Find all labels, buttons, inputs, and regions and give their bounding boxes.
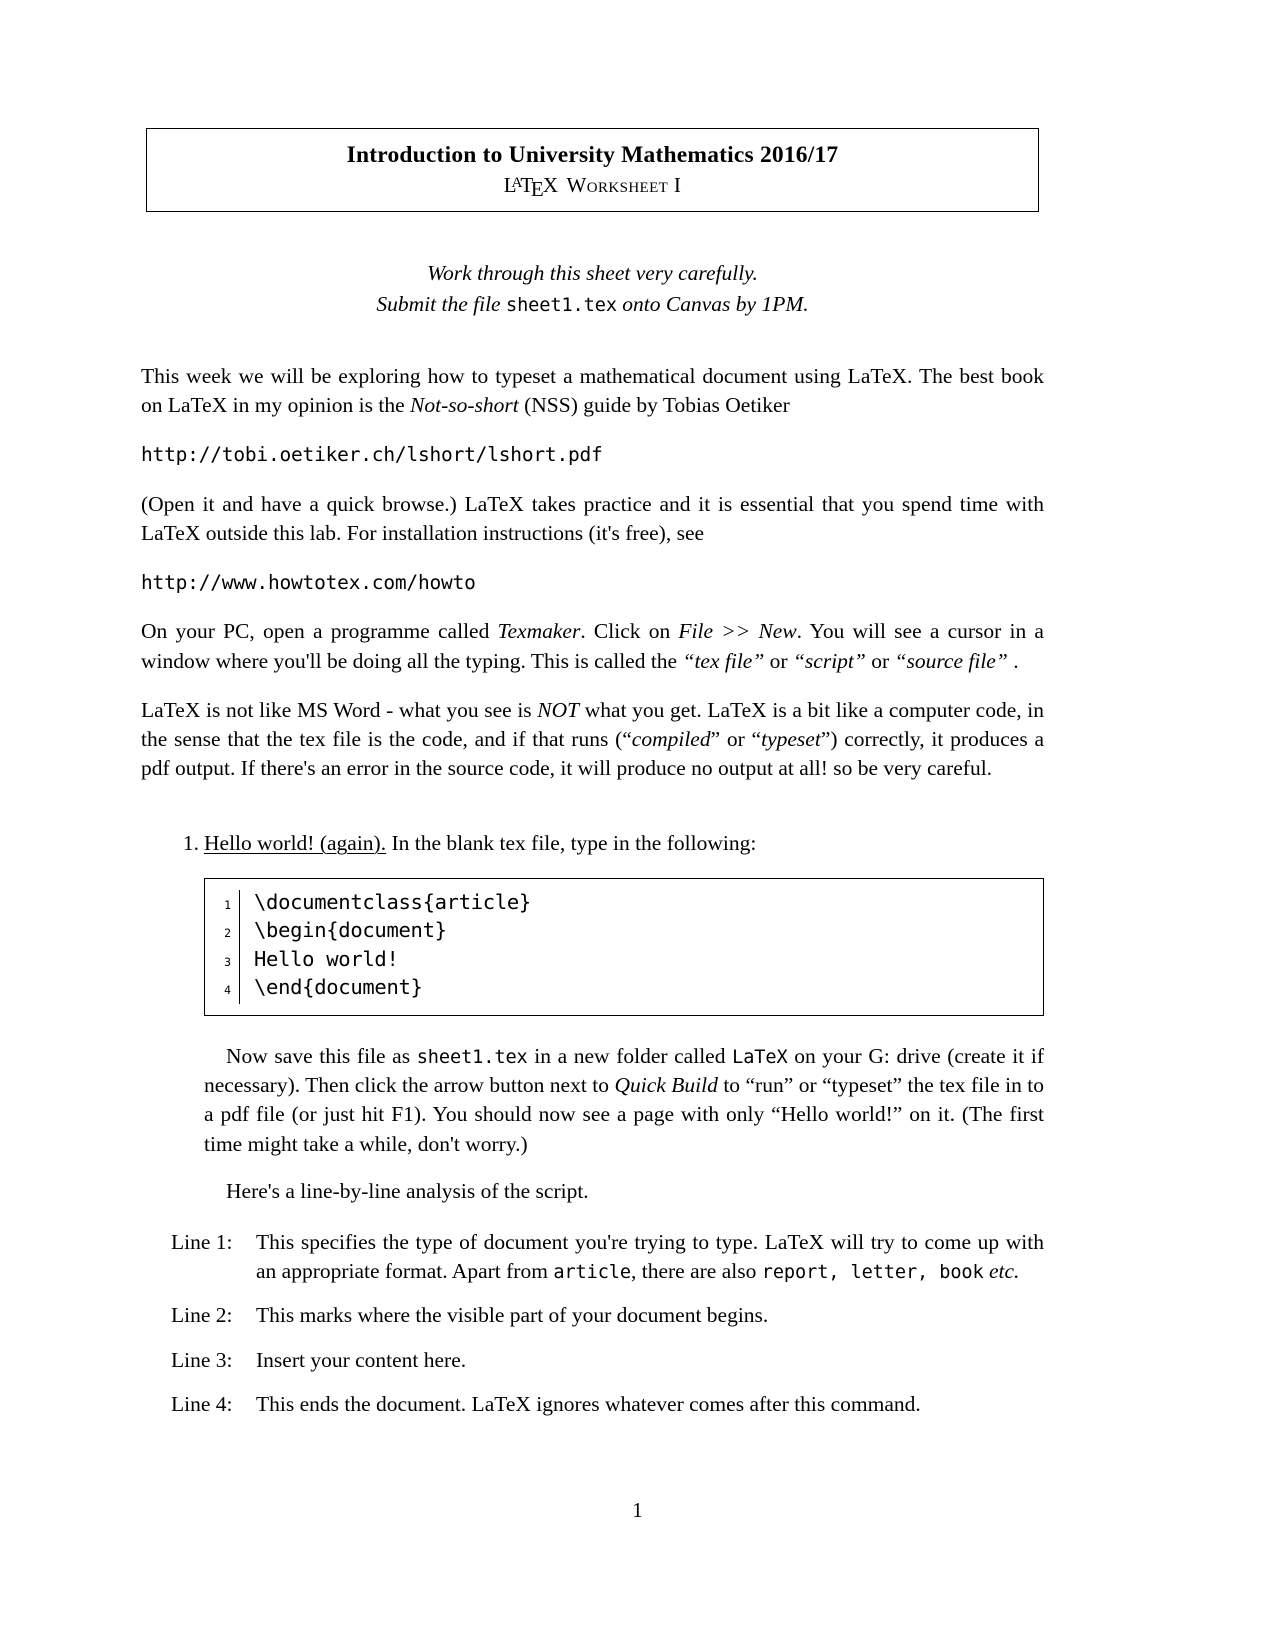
class-article: article	[553, 1262, 631, 1284]
paragraph-save-file: Now save this file as sheet1.tex in a ne…	[204, 1043, 1045, 1156]
folder-name-latex: LaTeX	[732, 1046, 788, 1068]
exercise-instruction: In the blank tex file, type in the follo…	[386, 830, 757, 855]
emphasis-not: NOT	[537, 697, 580, 722]
code-line-text: \end{document}	[254, 975, 423, 1000]
instruction-line-1: Work through this sheet very carefully.	[427, 261, 758, 285]
code-line: 3 Hello world!	[205, 946, 1043, 976]
paragraph-texmaker: On your PC, open a programme called Texm…	[141, 619, 1044, 673]
code-line: 4 \end{document}	[205, 975, 1043, 1004]
link-howtotex[interactable]: http://www.howtotex.com/howto	[141, 568, 1044, 597]
code-line-number: 1	[224, 897, 231, 912]
exercise-item-1: 1. Hello world! (again). In the blank tex…	[141, 829, 1044, 858]
description-line-2: Line 2: This marks where the visible part…	[141, 1301, 1044, 1330]
description-line-4: Line 4: This ends the document. LaTeX ign…	[141, 1390, 1044, 1419]
description-line-1: Line 1: This specifies the type of docume…	[171, 1229, 1044, 1284]
description-term: Line 4:	[171, 1391, 233, 1416]
filename-sheet1-tex: sheet1.tex	[505, 295, 617, 317]
description-term: Line 2:	[171, 1303, 233, 1328]
exercise-title-hello-world: Hello world! (again).	[204, 830, 387, 855]
book-title-nss: Not-so-short	[410, 393, 519, 418]
description-term: Line 3:	[171, 1347, 233, 1372]
description-line-3: Line 3: Insert your content here.	[141, 1346, 1044, 1375]
code-line-number: 2	[224, 926, 231, 941]
code-gutter-rule	[239, 975, 240, 1004]
document-page: Introduction to University Mathematics 2…	[0, 0, 1275, 1650]
page-number: 1	[632, 1498, 643, 1522]
term-source-file: “source file”	[894, 648, 1008, 673]
code-line: 2 \begin{document}	[205, 918, 1043, 947]
classes-report-letter-book: report, letter, book	[761, 1262, 984, 1284]
code-gutter-rule	[239, 946, 240, 976]
code-gutter-rule	[239, 918, 240, 947]
code-line: 1 \documentclass{article}	[205, 889, 1043, 919]
term-script: “script”	[792, 648, 866, 673]
exercise-number: 1.	[182, 830, 199, 855]
page-title: Introduction to University Mathematics 2…	[346, 142, 839, 169]
title-box: Introduction to University Mathematics 2…	[146, 128, 1039, 212]
code-gutter-rule	[239, 889, 240, 919]
paragraph-intro-latex: This week we will be exploring how to ty…	[141, 364, 1044, 418]
code-listing-box: 1 \documentclass{article} 2 \begin{docum…	[204, 877, 1044, 1016]
description-term: Line 1:	[171, 1229, 233, 1254]
body-content: This week we will be exploring how to ty…	[141, 362, 1044, 1419]
code-line-text: \begin{document}	[254, 918, 447, 943]
code-line-text: \documentclass{article}	[254, 889, 531, 914]
term-tex-file: “tex file”	[682, 648, 765, 673]
latex-logo: LATEX	[503, 172, 559, 202]
menu-path-file-new: File >> New	[678, 619, 797, 644]
paragraph-open-browse: (Open it and have a quick browse.) LaTeX…	[141, 491, 1044, 545]
code-line-text: Hello world!	[254, 946, 399, 971]
etc-abbrev: etc.	[988, 1259, 1020, 1284]
link-lshort-pdf[interactable]: http://tobi.oetiker.ch/lshort/lshort.pdf	[141, 440, 1044, 469]
instruction-line-2: Submit the file sheet1.tex onto Canvas b…	[376, 292, 809, 317]
code-line-number: 3	[224, 954, 231, 969]
worksheet-subtitle: LATEX Worksheet I	[503, 172, 682, 202]
term-compiled: compiled	[631, 727, 711, 752]
code-line-number: 4	[224, 983, 231, 998]
filename-sheet1-tex: sheet1.tex	[416, 1046, 528, 1068]
worksheet-label: Worksheet I	[566, 172, 682, 197]
paragraph-not-wysiwyg: LaTeX is not like MS Word - what you see…	[141, 697, 1045, 781]
submission-instructions: Work through this sheet very carefully. …	[141, 258, 1044, 320]
button-quick-build: Quick Build	[614, 1073, 718, 1098]
app-name-texmaker: Texmaker	[497, 619, 581, 644]
term-typeset: typeset	[761, 727, 821, 752]
paragraph-line-analysis-intro: Here's a line-by-line analysis of the sc…	[226, 1178, 589, 1203]
